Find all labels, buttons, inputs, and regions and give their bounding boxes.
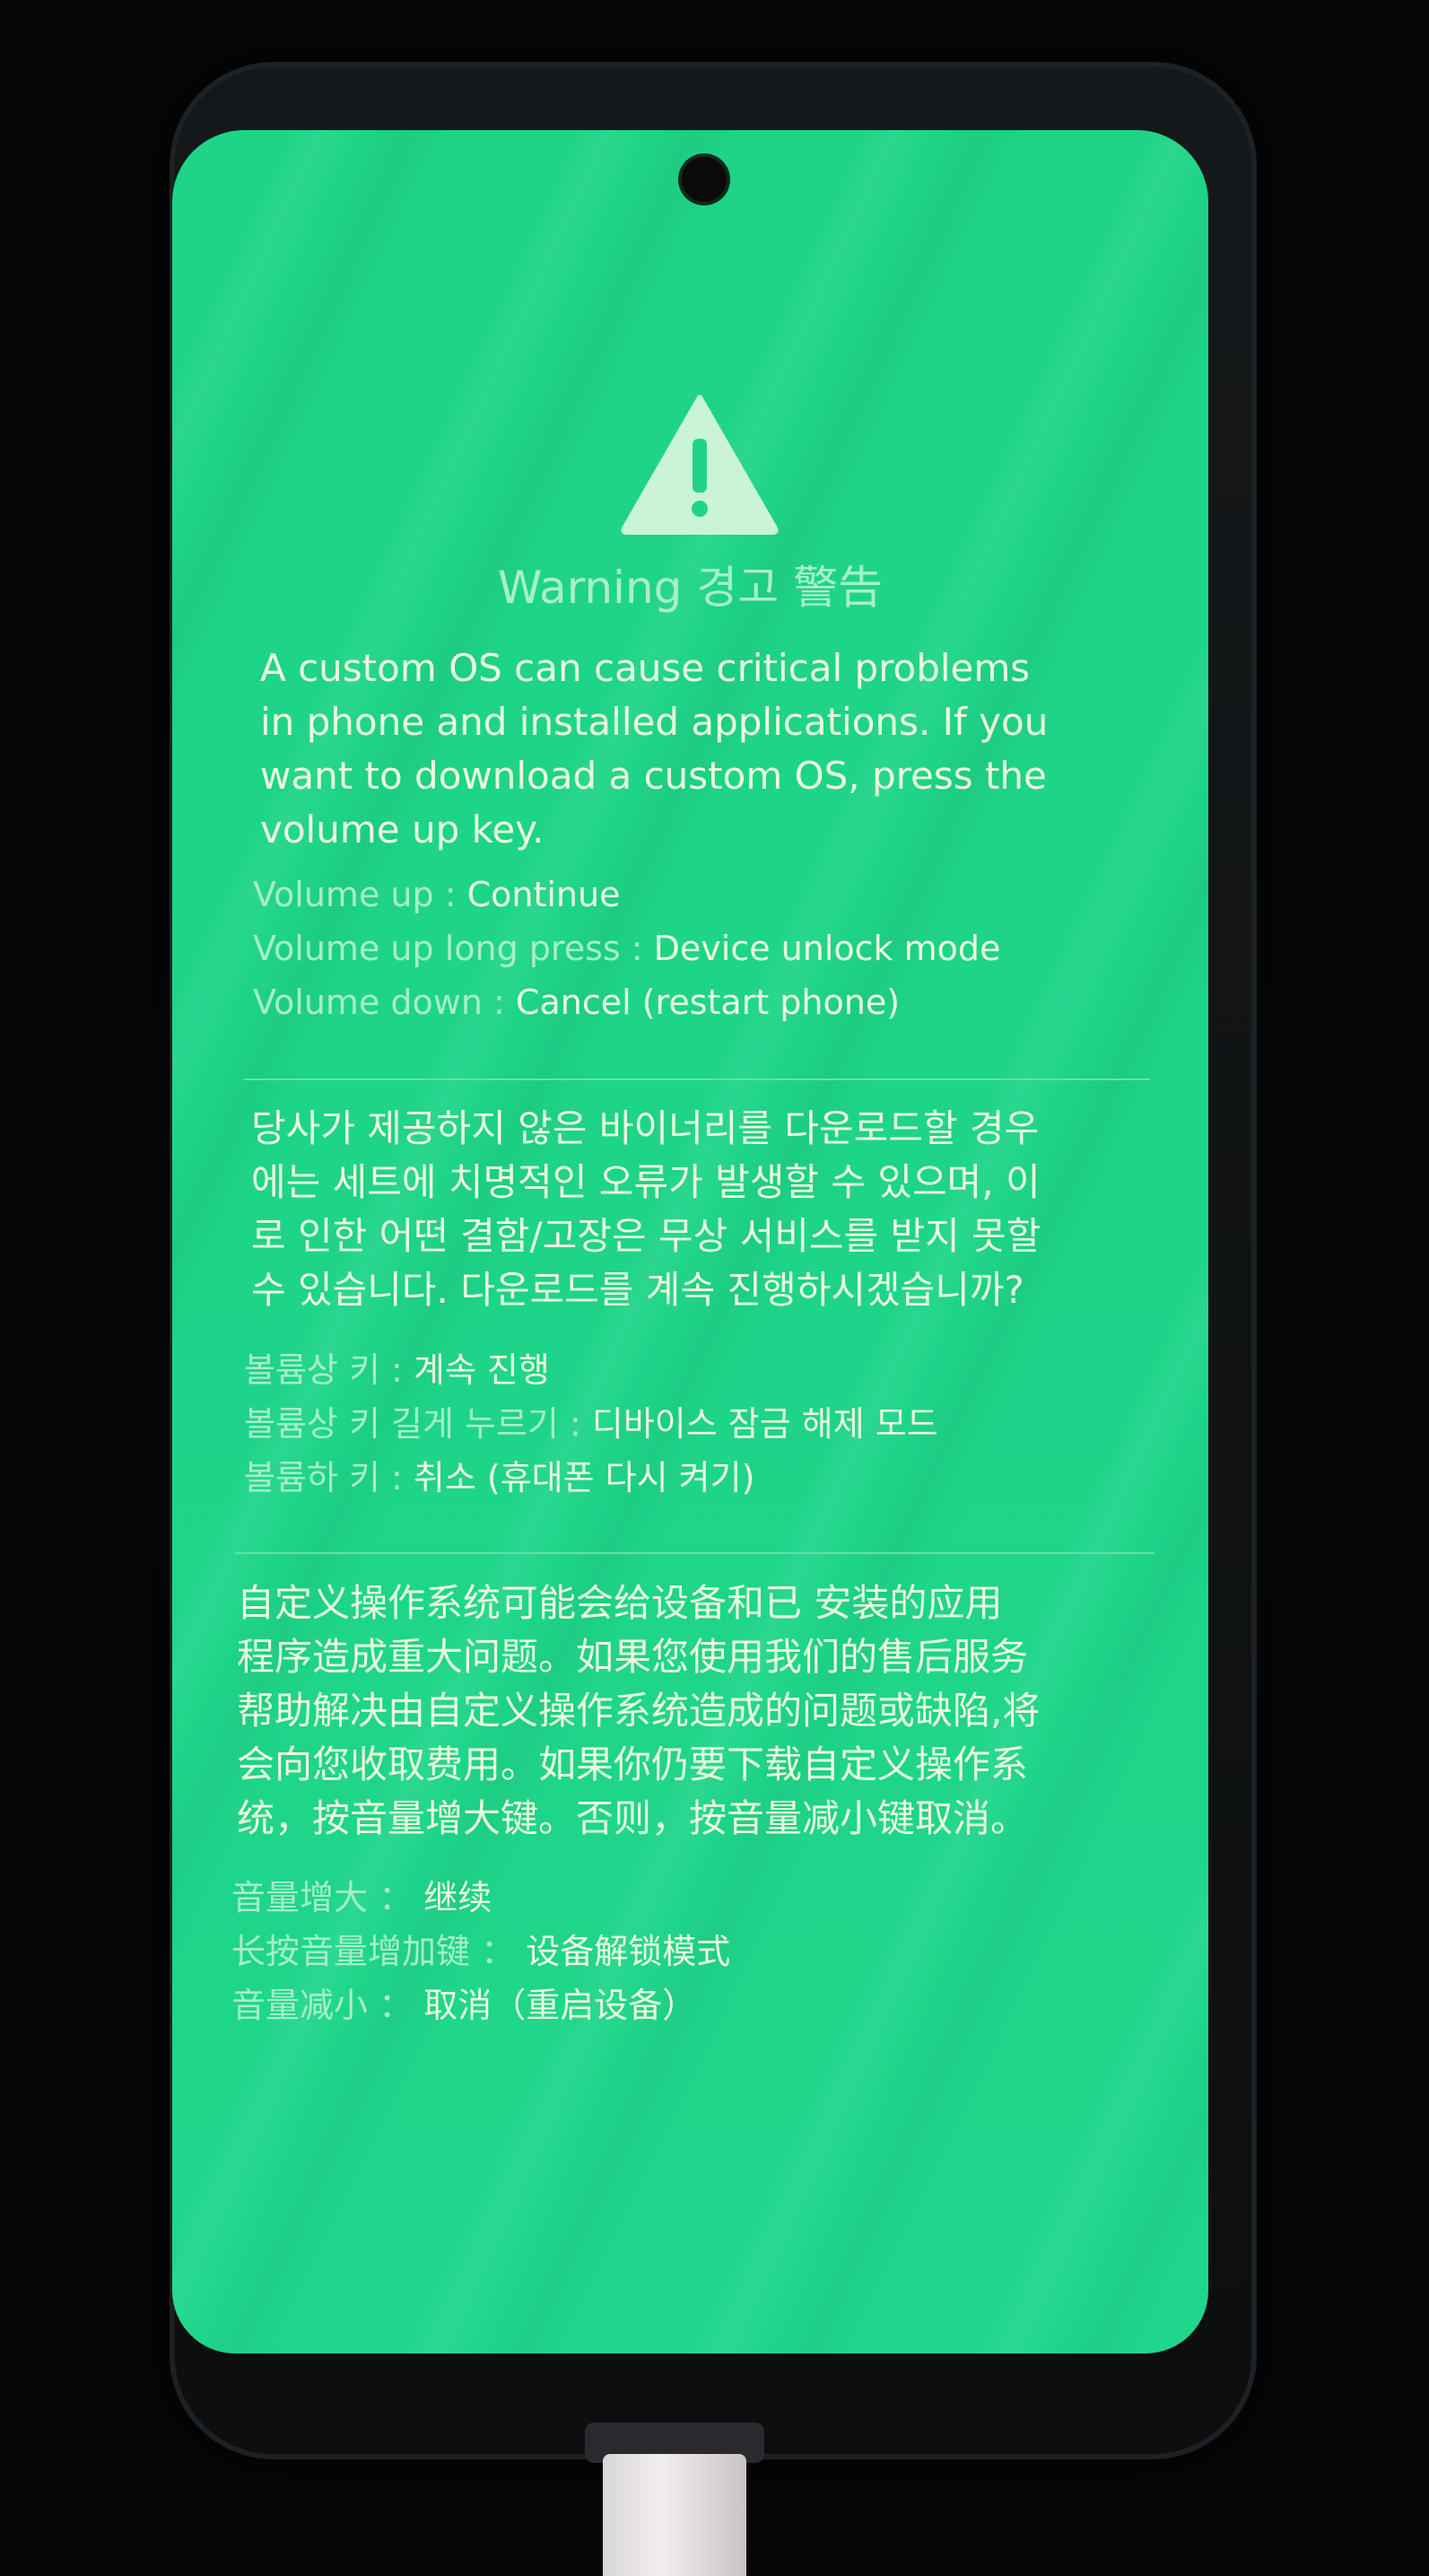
key-row-volume-up-long: 长按音量增加键 ： 设备解锁模式 xyxy=(231,1925,1182,1978)
key-row-volume-up-long: 볼륨상 키 길게 누르기 : 디바이스 잠금 해제 모드 xyxy=(244,1397,1177,1451)
warning-title: Warning 경고 警告 xyxy=(497,562,884,614)
key-separator: ： xyxy=(368,1878,424,1917)
phone-screen: Warning 경고 警告 A custom OS can cause crit… xyxy=(172,130,1208,2353)
chinese-warning-message: 自定义操作系统可能会给设备和已 安装的应用 程序造成重大问题。如果您使用我们的售… xyxy=(237,1581,1041,1840)
key-label: Volume up long press xyxy=(253,929,621,968)
key-label: Volume down xyxy=(253,982,483,1022)
key-label: 볼륨하 키 xyxy=(244,1458,380,1498)
key-label: 音量增大 xyxy=(231,1878,369,1917)
section-divider xyxy=(244,1078,1150,1080)
key-action: Continue xyxy=(466,875,621,914)
key-action: 继续 xyxy=(423,1878,492,1917)
key-row-volume-down: 볼륨하 키 : 취소 (휴대폰 다시 켜기) xyxy=(244,1451,1177,1505)
key-action: 계속 진행 xyxy=(413,1350,550,1390)
key-separator: ： xyxy=(470,1932,527,1971)
key-row-volume-down: Volume down : Cancel (restart phone) xyxy=(253,975,1168,1029)
key-action: Device unlock mode xyxy=(653,929,1001,968)
key-label: Volume up xyxy=(253,875,434,914)
key-label: 볼륨상 키 길게 누르기 xyxy=(244,1404,559,1444)
key-action: Cancel (restart phone) xyxy=(515,982,901,1022)
front-camera-hole xyxy=(682,157,727,202)
key-row-volume-up: 音量增大 ： 继续 xyxy=(231,1871,1182,1925)
english-key-list: Volume up : Continue Volume up long pres… xyxy=(253,868,1168,1029)
key-action: 디바이스 잠금 해제 모드 xyxy=(591,1404,938,1444)
warning-triangle-icon xyxy=(621,395,779,535)
key-label: 音量减小 xyxy=(231,1986,369,2025)
key-separator: : xyxy=(379,1458,414,1498)
key-row-volume-up-long: Volume up long press : Device unlock mod… xyxy=(253,921,1168,975)
korean-warning-message: 당사가 제공하지 않은 바이너리를 다운로드할 경우 에는 세트에 치명적인 오… xyxy=(251,1106,1041,1312)
photo-background: Warning 경고 警告 A custom OS can cause crit… xyxy=(0,0,1429,2576)
key-row-volume-up: 볼륨상 키 : 계속 진행 xyxy=(244,1343,1177,1397)
usb-cable xyxy=(603,2454,746,2576)
key-label: 볼륨상 키 xyxy=(244,1350,380,1390)
section-divider xyxy=(235,1552,1155,1554)
key-action: 设备解锁模式 xyxy=(526,1932,731,1971)
key-separator: ： xyxy=(368,1986,424,2025)
key-separator: : xyxy=(482,982,516,1022)
key-label: 长按音量增加键 xyxy=(231,1932,471,1971)
key-separator: : xyxy=(433,875,467,914)
korean-key-list: 볼륨상 키 : 계속 진행 볼륨상 키 길게 누르기 : 디바이스 잠금 해제 … xyxy=(244,1343,1177,1505)
key-separator: : xyxy=(558,1404,592,1444)
key-separator: : xyxy=(620,929,654,968)
key-action: 취소 (휴대폰 다시 켜기) xyxy=(413,1458,755,1498)
english-warning-message: A custom OS can cause critical problems … xyxy=(260,646,1049,851)
key-row-volume-down: 音量减小 ： 取消（重启设备） xyxy=(231,1978,1182,2032)
key-row-volume-up: Volume up : Continue xyxy=(253,868,1168,921)
key-separator: : xyxy=(379,1350,414,1390)
key-action: 取消（重启设备） xyxy=(423,1986,697,2025)
chinese-key-list: 音量增大 ： 继续 长按音量增加键 ： 设备解锁模式 音量减小 ： 取消（重启设… xyxy=(231,1871,1182,2032)
